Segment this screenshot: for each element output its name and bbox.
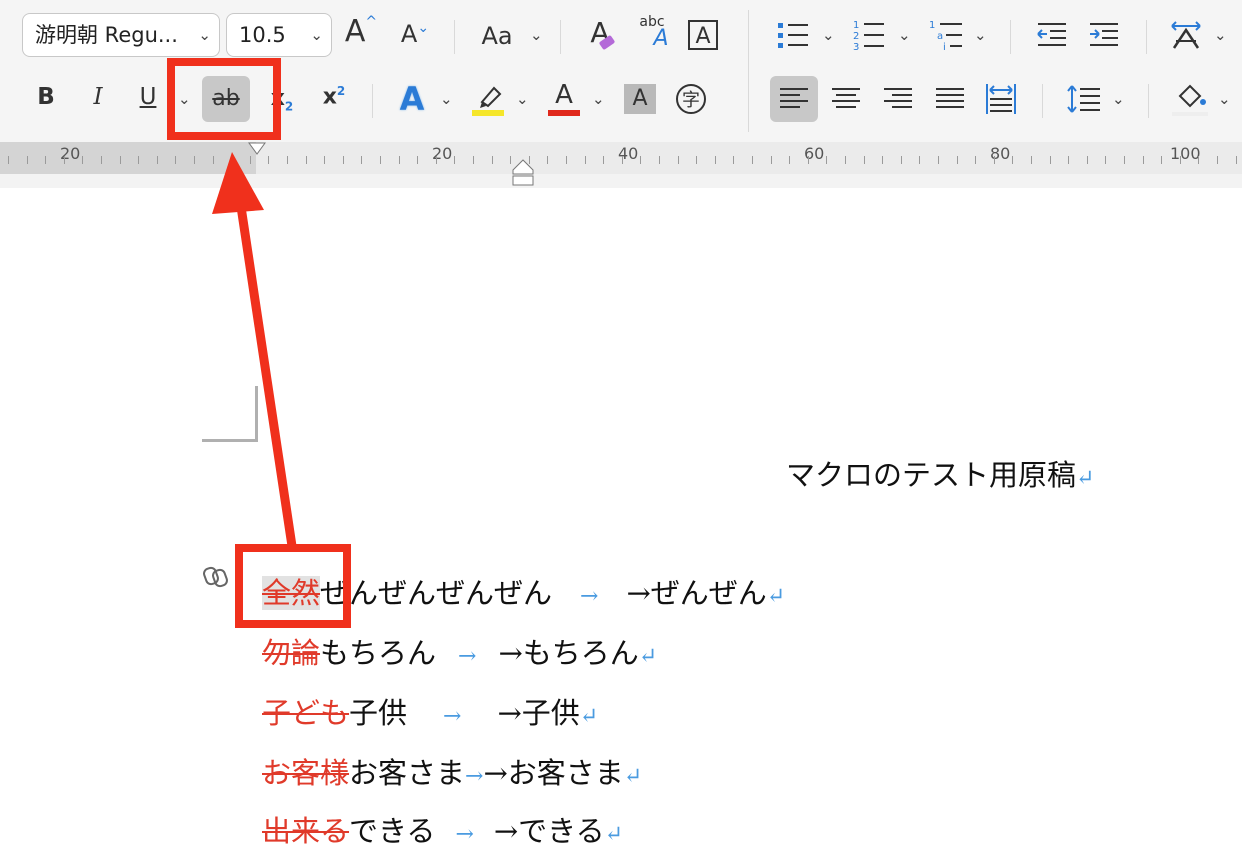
annotation-arrow xyxy=(212,152,297,547)
